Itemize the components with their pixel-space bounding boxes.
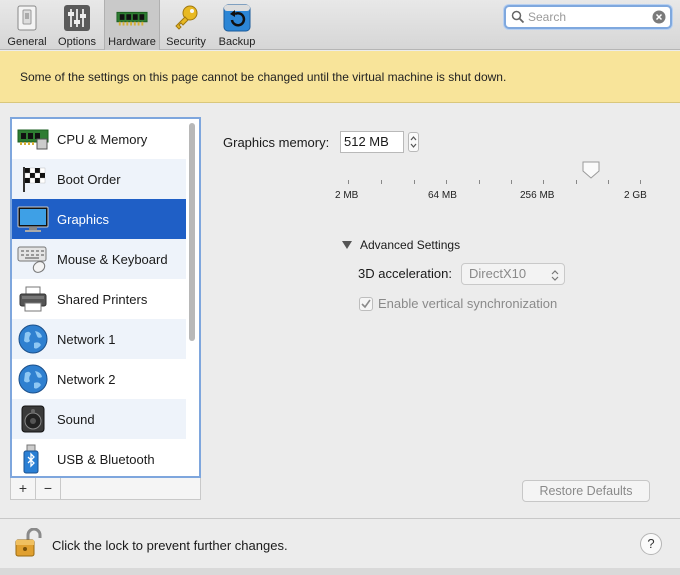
speaker-icon bbox=[16, 402, 50, 436]
slider-tick bbox=[414, 180, 415, 184]
sidebar-item-label: Network 1 bbox=[57, 331, 116, 347]
hardware-chip-icon bbox=[116, 2, 148, 34]
sidebar-item-label: Graphics bbox=[57, 211, 110, 227]
add-device-button[interactable]: + bbox=[11, 478, 36, 499]
globe-icon bbox=[16, 322, 50, 356]
search-field[interactable] bbox=[504, 5, 672, 29]
chevron-updown-icon bbox=[551, 268, 559, 288]
lock-status-text: Click the lock to prevent further change… bbox=[52, 538, 288, 553]
3d-acceleration-label: 3D acceleration: bbox=[358, 266, 452, 281]
slider-tick bbox=[543, 180, 544, 184]
sidebar-item-network-2[interactable]: Network 2 bbox=[12, 359, 186, 399]
vsync-checkbox[interactable] bbox=[359, 297, 373, 311]
toolbar-tab-options[interactable]: Options bbox=[54, 0, 100, 50]
printer-icon bbox=[16, 282, 50, 316]
toolbar-tab-hardware[interactable]: Hardware bbox=[104, 0, 160, 50]
slider-tick bbox=[479, 180, 480, 184]
keyboard-mouse-icon bbox=[16, 242, 50, 276]
sidebar-item-sound[interactable]: Sound bbox=[12, 399, 186, 439]
search-icon bbox=[511, 10, 525, 27]
sidebar-item-label: Shared Printers bbox=[57, 291, 148, 307]
checkmark-icon bbox=[361, 299, 371, 309]
globe-icon bbox=[16, 362, 50, 396]
bottom-divider bbox=[0, 518, 680, 519]
slider-tick-label: 64 MB bbox=[428, 190, 457, 201]
sidebar-item-label: Boot Order bbox=[57, 171, 121, 187]
slider-tick-label: 2 MB bbox=[335, 190, 359, 201]
graphics-memory-stepper[interactable] bbox=[408, 132, 419, 152]
slider-tick bbox=[608, 180, 609, 184]
sidebar-item-boot-order[interactable]: Boot Order bbox=[12, 159, 186, 199]
sidebar-item-graphics[interactable]: Graphics bbox=[12, 199, 186, 239]
toolbar-tab-backup[interactable]: Backup bbox=[213, 0, 261, 50]
graphics-memory-field[interactable]: 512 MB bbox=[340, 131, 404, 153]
3d-acceleration-select[interactable]: DirectX10 bbox=[461, 263, 565, 285]
disclosure-triangle-icon bbox=[342, 241, 352, 249]
toolbar-label-hardware: Hardware bbox=[108, 36, 156, 48]
window-bottom-edge bbox=[0, 568, 680, 575]
boot-order-flag-icon bbox=[16, 162, 50, 196]
sidebar-footer-bar: + − bbox=[10, 478, 201, 500]
sidebar-item-label: Network 2 bbox=[57, 371, 116, 387]
graphics-memory-slider-thumb[interactable] bbox=[581, 160, 601, 183]
sidebar-scrollbar[interactable] bbox=[189, 123, 195, 341]
options-sliders-icon bbox=[61, 2, 93, 34]
advanced-settings-disclosure[interactable]: Advanced Settings bbox=[342, 238, 460, 252]
clear-search-icon[interactable] bbox=[652, 10, 666, 27]
sidebar-item-mouse-keyboard[interactable]: Mouse & Keyboard bbox=[12, 239, 186, 279]
3d-acceleration-value: DirectX10 bbox=[469, 266, 527, 281]
general-icon bbox=[11, 2, 43, 34]
toolbar-tab-general[interactable]: General bbox=[4, 0, 50, 50]
advanced-settings-label: Advanced Settings bbox=[360, 238, 461, 252]
toolbar-label-backup: Backup bbox=[218, 36, 256, 48]
sidebar-item-label: Mouse & Keyboard bbox=[57, 251, 168, 267]
cpu-memory-icon bbox=[16, 122, 50, 156]
slider-tick bbox=[348, 180, 349, 184]
sidebar-item-shared-printers[interactable]: Shared Printers bbox=[12, 279, 186, 319]
hardware-device-list: CPU & Memory Boot Order Graphics Mouse &… bbox=[10, 117, 201, 478]
toolbar-tab-security[interactable]: Security bbox=[163, 0, 209, 50]
slider-tick bbox=[446, 180, 447, 184]
graphics-memory-label: Graphics memory: bbox=[223, 135, 330, 150]
sidebar-item-network-1[interactable]: Network 1 bbox=[12, 319, 186, 359]
help-button[interactable]: ? bbox=[640, 533, 662, 555]
lock-icon[interactable] bbox=[14, 527, 44, 563]
restore-defaults-button[interactable]: Restore Defaults bbox=[522, 480, 650, 502]
slider-tick bbox=[576, 180, 577, 184]
slider-tick bbox=[511, 180, 512, 184]
toolbar-label-general: General bbox=[7, 36, 47, 48]
slider-tick-label: 256 MB bbox=[520, 190, 555, 201]
sidebar-item-label: CPU & Memory bbox=[57, 131, 148, 147]
sidebar-item-label: USB & Bluetooth bbox=[57, 451, 155, 467]
vsync-label: Enable vertical synchronization bbox=[378, 296, 558, 311]
slider-tick bbox=[640, 180, 641, 184]
monitor-icon bbox=[16, 202, 50, 236]
search-input[interactable] bbox=[528, 9, 648, 25]
sidebar-item-usb-bluetooth[interactable]: USB & Bluetooth bbox=[12, 439, 186, 476]
toolbar-label-options: Options bbox=[58, 36, 96, 48]
usb-bluetooth-icon bbox=[16, 442, 50, 476]
preferences-toolbar: General Options Hardware Security Backup bbox=[0, 0, 680, 50]
slider-tick bbox=[381, 180, 382, 184]
toolbar-label-security: Security bbox=[166, 36, 206, 48]
slider-tick-label: 2 GB bbox=[624, 190, 647, 201]
shutdown-warning-banner: Some of the settings on this page cannot… bbox=[0, 51, 680, 103]
sidebar-item-label: Sound bbox=[57, 411, 95, 427]
stepper-arrows-icon bbox=[410, 136, 417, 148]
sidebar-item-cpu-memory[interactable]: CPU & Memory bbox=[12, 119, 186, 159]
backup-icon bbox=[221, 2, 253, 34]
key-icon bbox=[170, 2, 202, 34]
remove-device-button[interactable]: − bbox=[36, 478, 61, 499]
